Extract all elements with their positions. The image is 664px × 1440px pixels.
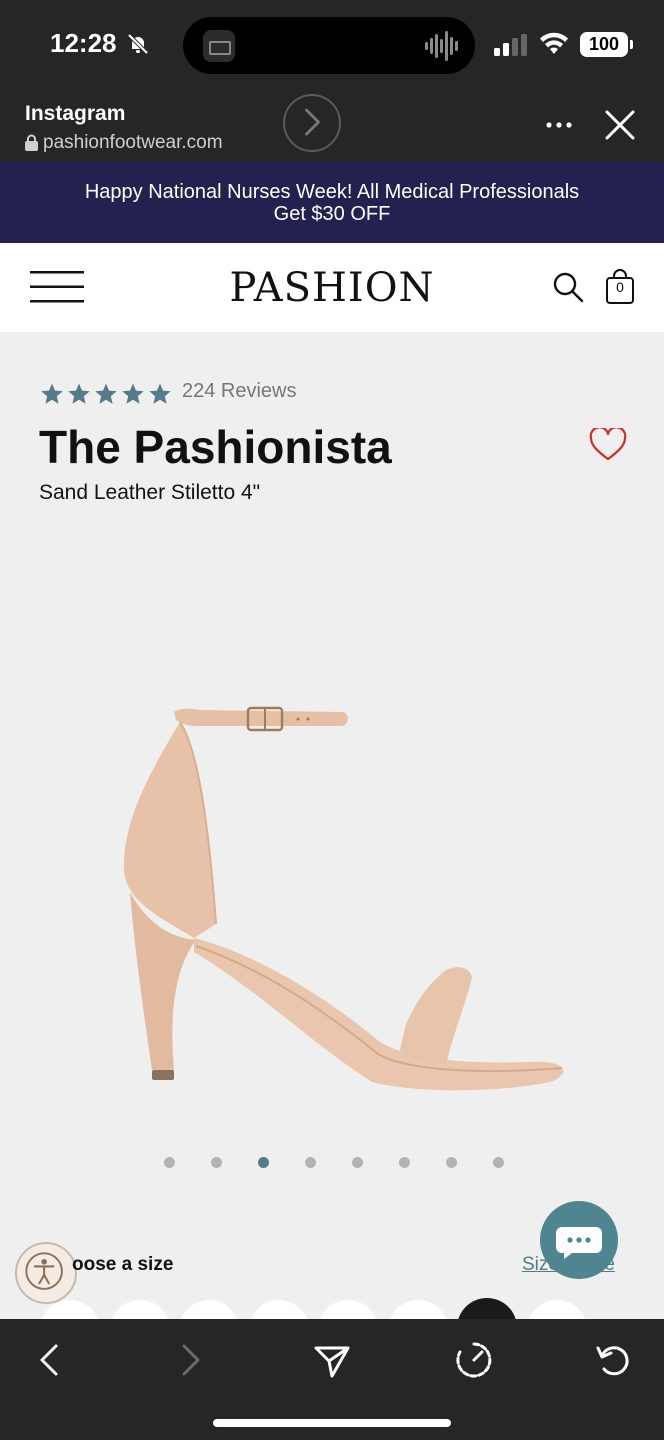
wishlist-heart-icon[interactable] [589, 428, 627, 462]
star-icon [41, 383, 63, 404]
forward-arrow-icon[interactable] [170, 1340, 210, 1380]
pagination-dot[interactable] [446, 1157, 457, 1168]
pagination-dot[interactable] [399, 1157, 410, 1168]
chevron-right-icon [305, 108, 320, 136]
accessibility-button[interactable] [15, 1242, 77, 1304]
dynamic-island [183, 17, 475, 74]
cellular-signal-icon [494, 34, 527, 56]
more-options-icon[interactable] [544, 110, 574, 140]
chat-button[interactable] [540, 1201, 618, 1279]
status-time: 12:28 [50, 28, 117, 58]
star-icon [95, 383, 117, 404]
speed-history-icon[interactable] [454, 1340, 494, 1380]
site-header: PASHION 0 [0, 243, 664, 332]
battery-indicator: 100 [580, 32, 633, 57]
star-icon [122, 383, 144, 404]
in-app-browser-header: Instagram pashionfootwear.com [0, 92, 664, 162]
image-pagination-dots[interactable] [164, 1157, 504, 1168]
search-icon[interactable] [552, 271, 584, 303]
audio-wave-icon [425, 31, 458, 61]
promo-banner[interactable]: Happy National Nurses Week! All Medical … [0, 162, 664, 243]
reviews-count[interactable]: 224 Reviews [182, 380, 297, 403]
accessibility-icon [25, 1252, 63, 1290]
reload-icon[interactable] [594, 1340, 634, 1380]
silent-bell-icon [127, 33, 149, 55]
cart-button[interactable]: 0 [605, 269, 635, 305]
browser-title: Instagram [25, 102, 126, 125]
browser-url[interactable]: pashionfootwear.com [43, 132, 223, 154]
pagination-dot[interactable] [305, 1157, 316, 1168]
rating-stars[interactable] [40, 382, 172, 406]
star-icon [149, 383, 171, 404]
wifi-icon [540, 32, 568, 54]
home-indicator[interactable] [213, 1419, 451, 1427]
browser-toolbar [0, 1319, 664, 1440]
chat-bubble-icon [556, 1227, 602, 1259]
star-icon [68, 383, 90, 404]
status-bar: 12:28 100 [0, 0, 664, 92]
product-image-sandal[interactable] [110, 702, 580, 1112]
promo-line-2: Get $30 OFF [273, 203, 391, 225]
close-icon[interactable] [603, 108, 637, 142]
pagination-dot[interactable] [493, 1157, 504, 1168]
island-app-icon [203, 30, 235, 62]
promo-line-1: Happy National Nurses Week! All Medical … [84, 181, 580, 203]
pagination-dot[interactable] [211, 1157, 222, 1168]
open-in-browser-button[interactable] [283, 94, 341, 152]
cart-count: 0 [616, 279, 624, 295]
product-title: The Pashionista [39, 421, 392, 473]
back-arrow-icon[interactable] [30, 1340, 70, 1380]
share-send-icon[interactable] [312, 1340, 352, 1380]
pagination-dot[interactable] [352, 1157, 363, 1168]
pagination-dot[interactable] [164, 1157, 175, 1168]
lock-icon [25, 134, 38, 151]
product-section: 224 Reviews The Pashionista Sand Leather… [0, 332, 664, 1328]
product-subtitle: Sand Leather Stiletto 4" [39, 481, 261, 504]
choose-size-label: oose a size [72, 1254, 174, 1275]
pagination-dot[interactable] [258, 1157, 269, 1168]
